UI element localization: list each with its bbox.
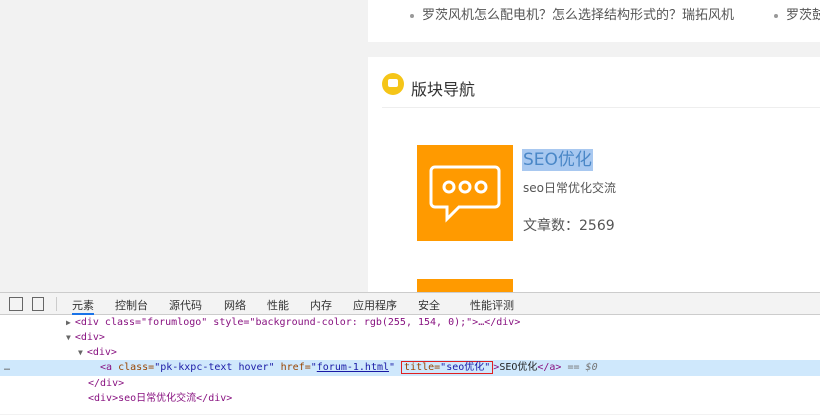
quote: " (389, 362, 396, 373)
title-attr-highlight: title="seo优化" (401, 361, 494, 374)
page-viewport: 罗茨风机怎么配电机？怎么选择结构形式的？瑞拓风机 罗茨鼓 版块导航 SEO优化 … (0, 0, 820, 292)
article-link-text[interactable]: 罗茨鼓 (786, 8, 820, 23)
devtools-toolbar: 元素 控制台 源代码 网络 性能 内存 应用程序 安全 性能评测 (0, 293, 820, 315)
article-link-text[interactable]: 罗茨风机怎么配电机？怎么选择结构形式的？瑞拓风机 (422, 8, 734, 23)
tab-sources[interactable]: 源代码 (169, 297, 202, 313)
tag-open: <a (100, 362, 119, 373)
section-title: 版块导航 (411, 80, 476, 99)
count-value: 2569 (579, 218, 615, 234)
dom-node[interactable]: ▼ <div> (0, 345, 820, 360)
dom-node[interactable]: <div>seo日常优化交流</div> (0, 391, 820, 406)
article-link[interactable]: 罗茨鼓 (774, 4, 820, 23)
dom-node-text: <div>seo日常优化交流</div> (88, 393, 233, 404)
anchor-text: SEO优化 (499, 362, 538, 373)
forum-post-count: 文章数：2569 (523, 215, 615, 235)
tab-performance[interactable]: 性能 (267, 297, 289, 313)
tab-application[interactable]: 应用程序 (353, 297, 397, 313)
expanded-triangle-icon[interactable]: ▼ (66, 333, 71, 342)
href-link[interactable]: forum-1.html (317, 362, 389, 373)
toolbar-separator (56, 297, 57, 311)
dom-node-text: <div> (74, 332, 105, 343)
dom-tree: ▶ <div class="forumlogo" style="backgroun… (0, 315, 820, 415)
tab-memory[interactable]: 内存 (310, 297, 332, 313)
inspect-element-icon[interactable] (9, 297, 23, 311)
more-options-icon[interactable]: … (4, 360, 10, 376)
attr-class-name: class= (118, 362, 155, 373)
bullet-icon (774, 13, 778, 18)
forum-title-link[interactable]: SEO优化 (522, 149, 593, 171)
chat-dots-icon (429, 165, 501, 223)
attr-class-value: "pk-kxpc-text hover" (154, 362, 275, 373)
dom-node[interactable]: </div> (0, 376, 820, 391)
article-list-card: 罗茨风机怎么配电机？怎么选择结构形式的？瑞拓风机 罗茨鼓 (368, 0, 820, 42)
console-ref: == $0 (561, 362, 598, 373)
dom-node[interactable]: ▼ <div> (0, 330, 820, 345)
attr-title-value: "seo优化" (440, 362, 491, 373)
dom-node-text: <div class="forumlogo" style="background… (74, 317, 521, 328)
device-toolbar-icon[interactable] (32, 297, 44, 311)
dom-node-selected[interactable]: … <a class="pk-kxpc-text hover" href= "fo… (0, 360, 820, 376)
tab-security[interactable]: 安全 (418, 297, 440, 313)
chat-bubble-icon (382, 73, 404, 95)
devtools-panel: 元素 控制台 源代码 网络 性能 内存 应用程序 安全 性能评测 ▶ <div c… (0, 292, 820, 414)
tab-lighthouse[interactable]: 性能评测 (470, 297, 514, 313)
bullet-icon (410, 13, 414, 18)
tab-network[interactable]: 网络 (224, 297, 246, 313)
collapsed-triangle-icon[interactable]: ▶ (66, 318, 71, 327)
attr-href-name: href= (274, 362, 311, 373)
dom-node-text: </div> (88, 378, 125, 389)
divider (382, 107, 820, 108)
section-nav-card: 版块导航 SEO优化 seo日常优化交流 文章数：2569 (368, 57, 820, 292)
forum-logo[interactable] (417, 279, 513, 292)
tag-end: </a> (537, 362, 562, 373)
dom-node-text: <div> (86, 347, 117, 358)
forum-logo[interactable] (417, 145, 513, 241)
attr-title-name: title= (404, 362, 441, 373)
count-label: 文章数： (523, 218, 579, 234)
expanded-triangle-icon[interactable]: ▼ (78, 348, 83, 357)
article-link[interactable]: 罗茨风机怎么配电机？怎么选择结构形式的？瑞拓风机 (410, 4, 734, 23)
dom-node[interactable]: ▶ <div class="forumlogo" style="backgroun… (0, 315, 820, 330)
forum-description: seo日常优化交流 (523, 181, 616, 195)
tab-elements[interactable]: 元素 (72, 297, 94, 315)
tab-console[interactable]: 控制台 (115, 297, 148, 313)
